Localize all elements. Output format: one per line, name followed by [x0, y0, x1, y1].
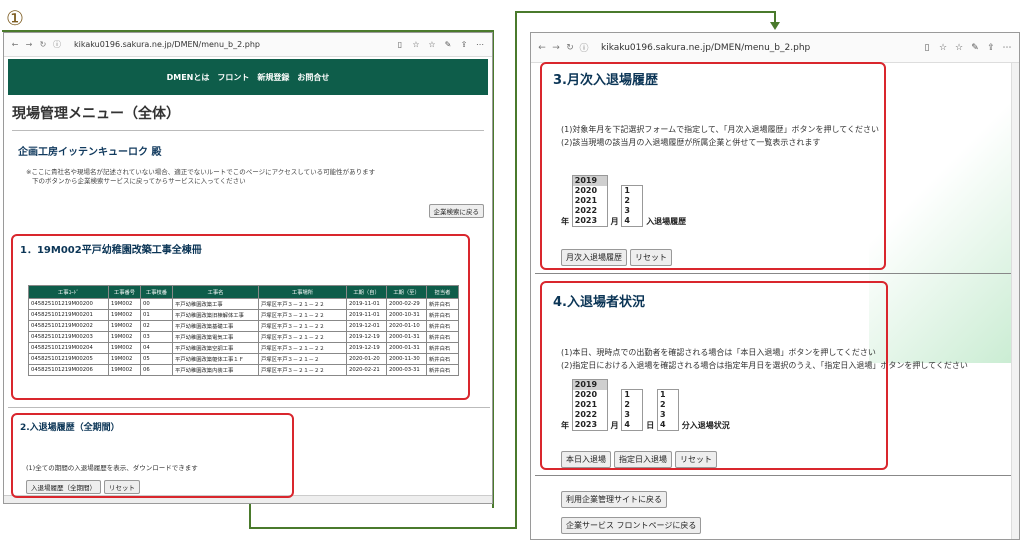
pen-icon[interactable]: ✎ — [440, 40, 456, 49]
refresh-icon[interactable]: ↻ — [36, 40, 50, 49]
more-icon[interactable]: ⋯ — [999, 43, 1015, 53]
refresh-icon[interactable]: ↻ — [563, 43, 577, 53]
forward-icon[interactable]: → — [549, 43, 563, 53]
page-title: 現場管理メニュー（全体） — [12, 103, 484, 131]
front-page-button[interactable]: 企業サービス フロントページに戻る — [561, 517, 702, 534]
back-to-search-button[interactable]: 企業検索に戻る — [428, 204, 484, 218]
notice-line-1: ※ここに貴社名や現場名が記述されていない場合、適正でないルートでこのページにアク… — [26, 168, 376, 176]
back-to-management-button[interactable]: 利用企業管理サイトに戻る — [561, 491, 667, 508]
reading-view-icon[interactable]: ▯ — [919, 43, 935, 53]
highlight-box-3 — [11, 413, 294, 498]
share-icon[interactable]: ⇪ — [456, 40, 472, 49]
highlight-box-4 — [540, 62, 886, 270]
url-field[interactable]: kikaku0196.sakura.ne.jp/DMEN/menu_b_2.ph… — [70, 37, 386, 53]
nav-front[interactable]: フロント — [217, 72, 249, 83]
back-icon[interactable]: ← — [535, 43, 549, 53]
notice-line-2: 下のボタンから企業検索サービスに戻ってからサービスに入ってください — [32, 177, 246, 185]
favorites-icon[interactable]: ☆ — [951, 43, 967, 53]
highlight-box-5 — [540, 281, 888, 470]
lock-icon: ⓘ — [53, 40, 61, 49]
favorite-star-icon[interactable]: ☆ — [408, 40, 424, 49]
back-icon[interactable]: ← — [8, 40, 22, 49]
favorite-star-icon[interactable]: ☆ — [935, 43, 951, 53]
callout-1: ① — [6, 6, 24, 30]
reading-view-icon[interactable]: ▯ — [392, 40, 408, 49]
nav-about[interactable]: DMENとは — [167, 72, 210, 83]
lock-icon: ⓘ — [579, 44, 589, 54]
vertical-scrollbar[interactable] — [1011, 63, 1019, 539]
nav-contact[interactable]: お問合せ — [297, 72, 329, 83]
address-bar: ← → ↻ ⓘ kikaku0196.sakura.ne.jp/DMEN/men… — [4, 33, 492, 57]
company-name: 企画工房イッテンキューロク 殿 — [18, 147, 162, 158]
more-icon[interactable]: ⋯ — [472, 40, 488, 49]
share-icon[interactable]: ⇪ — [983, 43, 999, 53]
favorites-icon[interactable]: ☆ — [424, 40, 440, 49]
address-bar: ← → ↻ ⓘ kikaku0196.sakura.ne.jp/DMEN/men… — [531, 33, 1019, 63]
decorative-gradient — [869, 63, 1019, 363]
notice-text: ※ここに貴社名や現場名が記述されていない場合、適正でないルートでこのページにアク… — [26, 168, 492, 186]
url-field[interactable]: kikaku0196.sakura.ne.jp/DMEN/menu_b_2.ph… — [597, 40, 913, 56]
highlight-box-2 — [11, 234, 470, 400]
site-nav: DMENとは フロント 新規登録 お問合せ — [8, 59, 488, 95]
pen-icon[interactable]: ✎ — [967, 43, 983, 53]
forward-icon[interactable]: → — [22, 40, 36, 49]
nav-register[interactable]: 新規登録 — [257, 72, 289, 83]
